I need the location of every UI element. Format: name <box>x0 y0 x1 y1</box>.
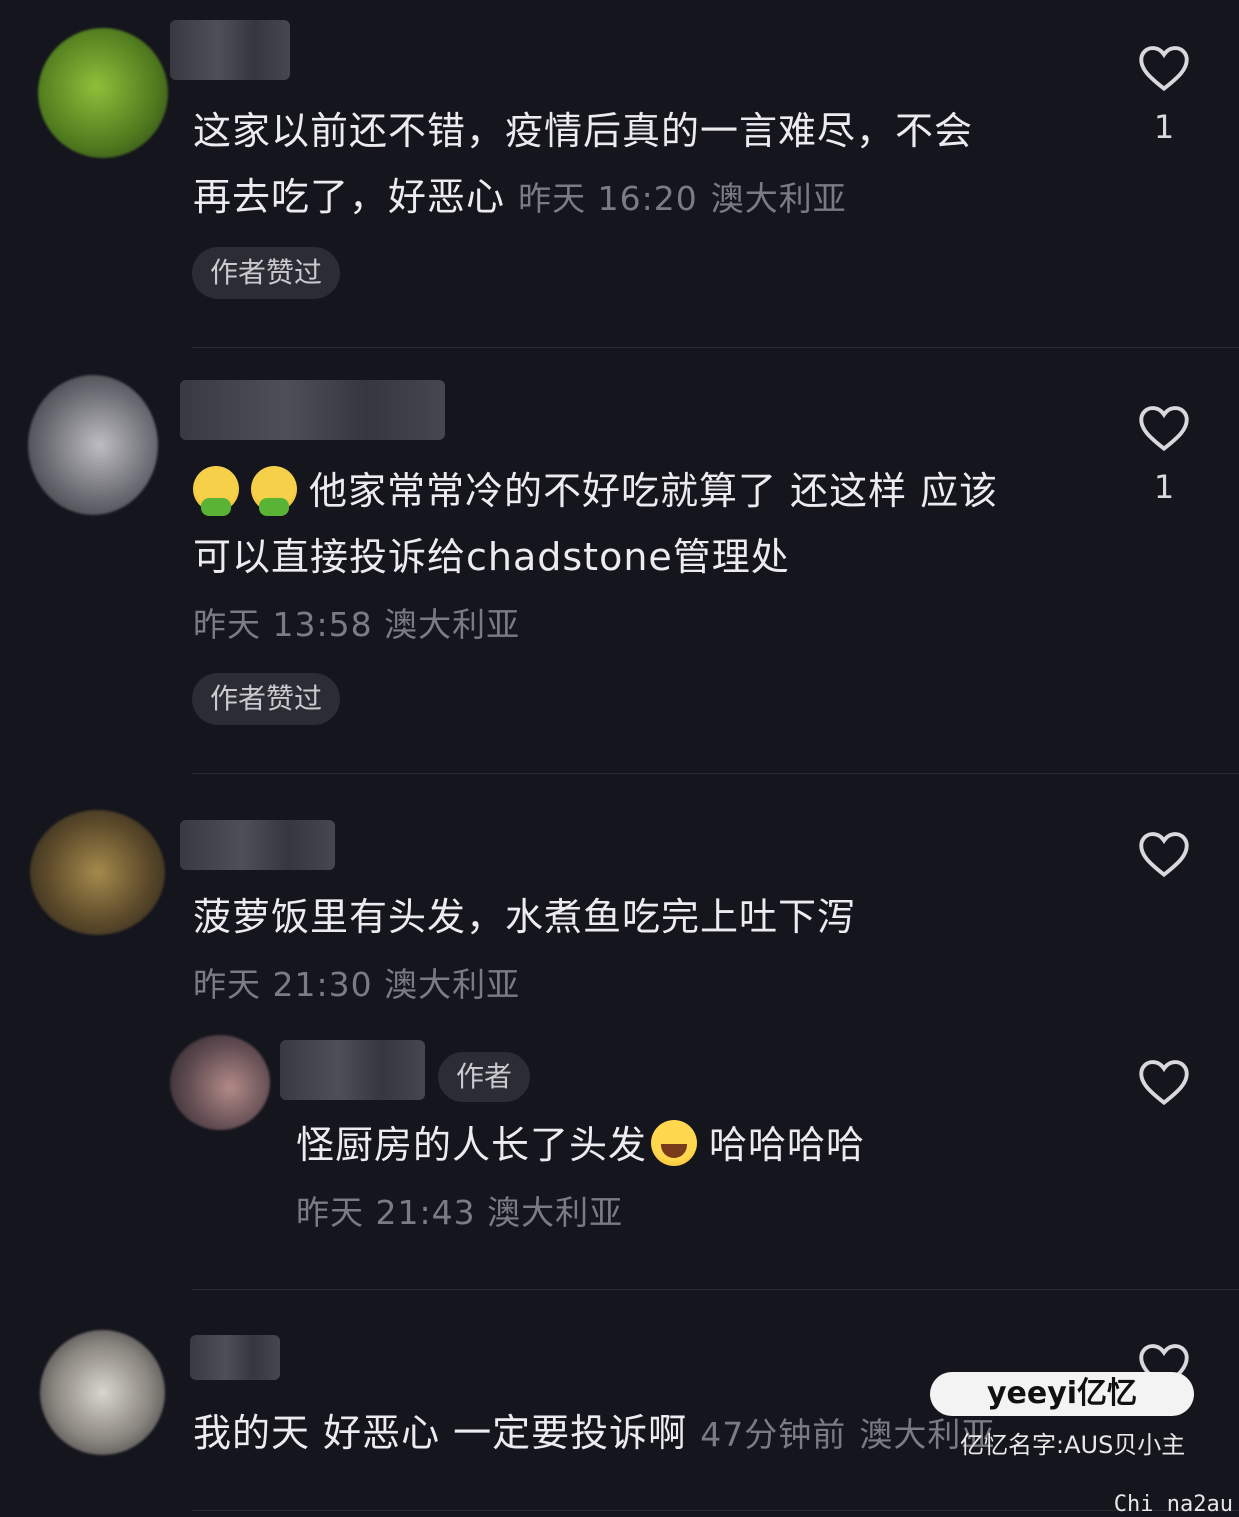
heart-icon[interactable] <box>1138 44 1190 92</box>
comment-location: 澳大利亚 <box>384 965 521 1004</box>
reply-time: 昨天 21:43 <box>296 1193 476 1232</box>
author-liked-badge: 作者赞过 <box>192 247 341 299</box>
comment-text-part: 我的天 好恶心 一定要投诉啊 <box>193 1411 688 1455</box>
divider <box>192 347 1239 348</box>
watermark-logo: yeeyi亿忆 <box>930 1372 1194 1416</box>
username-obscured[interactable] <box>180 380 445 440</box>
reply-meta: 昨天 21:43 澳大利亚 <box>296 1193 623 1233</box>
reply-text-part: 怪厨房的人长了头发 <box>296 1123 648 1167</box>
reply-text-part: 哈哈哈哈 <box>709 1123 866 1167</box>
comment-text: 这家以前还不错，疫情后真的一言难尽，不会 再去吃了，好恶心 昨天 16:20 澳… <box>193 98 1093 232</box>
avatar[interactable] <box>28 375 158 515</box>
avatar[interactable] <box>170 1035 270 1130</box>
comment-location: 澳大利亚 <box>710 179 847 218</box>
avatar[interactable] <box>40 1330 165 1455</box>
like-count: 1 <box>1153 108 1175 146</box>
nauseated-face-icon <box>193 466 239 516</box>
reply-location: 澳大利亚 <box>487 1193 624 1232</box>
comment-text-line: 这家以前还不错，疫情后真的一言难尽，不会 <box>193 109 974 153</box>
comment-location: 澳大利亚 <box>384 605 521 644</box>
heart-icon[interactable] <box>1138 1058 1190 1106</box>
avatar[interactable] <box>38 28 168 158</box>
comment-meta: 昨天 13:58 澳大利亚 <box>193 605 520 645</box>
comment-text-line: 他家常常冷的不好吃就算了 还这样 应该 <box>193 458 1113 524</box>
author-tag: 作者 <box>438 1052 531 1102</box>
laughing-face-icon <box>651 1120 698 1166</box>
comment-time: 昨天 16:20 <box>518 179 698 218</box>
watermark-caption: 亿忆名字:AUS贝小主 <box>960 1431 1186 1459</box>
comment-text: 菠萝饭里有头发，水煮鱼吃完上吐下泻 <box>193 895 857 939</box>
divider <box>192 773 1239 774</box>
author-liked-badge: 作者赞过 <box>192 673 341 725</box>
corner-watermark: Chi na2au <box>1113 1492 1233 1517</box>
comment-text: 他家常常冷的不好吃就算了 还这样 应该 可以直接投诉给chadstone管理处 <box>193 458 1113 590</box>
comment-text-part: 再去吃了，好恶心 <box>193 175 506 219</box>
comment-text-line: 可以直接投诉给chadstone管理处 <box>193 535 790 579</box>
reply-text: 怪厨房的人长了头发 哈哈哈哈 <box>296 1112 1096 1178</box>
nauseated-face-icon <box>251 466 297 516</box>
username-obscured[interactable] <box>180 820 335 870</box>
username-obscured[interactable] <box>190 1335 280 1380</box>
comment-text-part: 他家常常冷的不好吃就算了 还这样 应该 <box>309 469 999 513</box>
divider <box>192 1510 1239 1511</box>
divider <box>192 1289 1239 1290</box>
comment-time: 昨天 21:30 <box>193 965 373 1004</box>
heart-icon[interactable] <box>1138 404 1190 452</box>
comment-text-line: 再去吃了，好恶心 昨天 16:20 澳大利亚 <box>193 164 1093 232</box>
comment-time: 47分钟前 <box>700 1415 847 1454</box>
comment-time: 昨天 13:58 <box>193 605 373 644</box>
heart-icon[interactable] <box>1138 830 1190 878</box>
comment-meta: 昨天 21:30 澳大利亚 <box>193 965 520 1005</box>
like-count: 1 <box>1153 468 1175 506</box>
username-obscured[interactable] <box>280 1040 425 1100</box>
username-obscured[interactable] <box>170 20 290 80</box>
avatar[interactable] <box>30 810 165 935</box>
